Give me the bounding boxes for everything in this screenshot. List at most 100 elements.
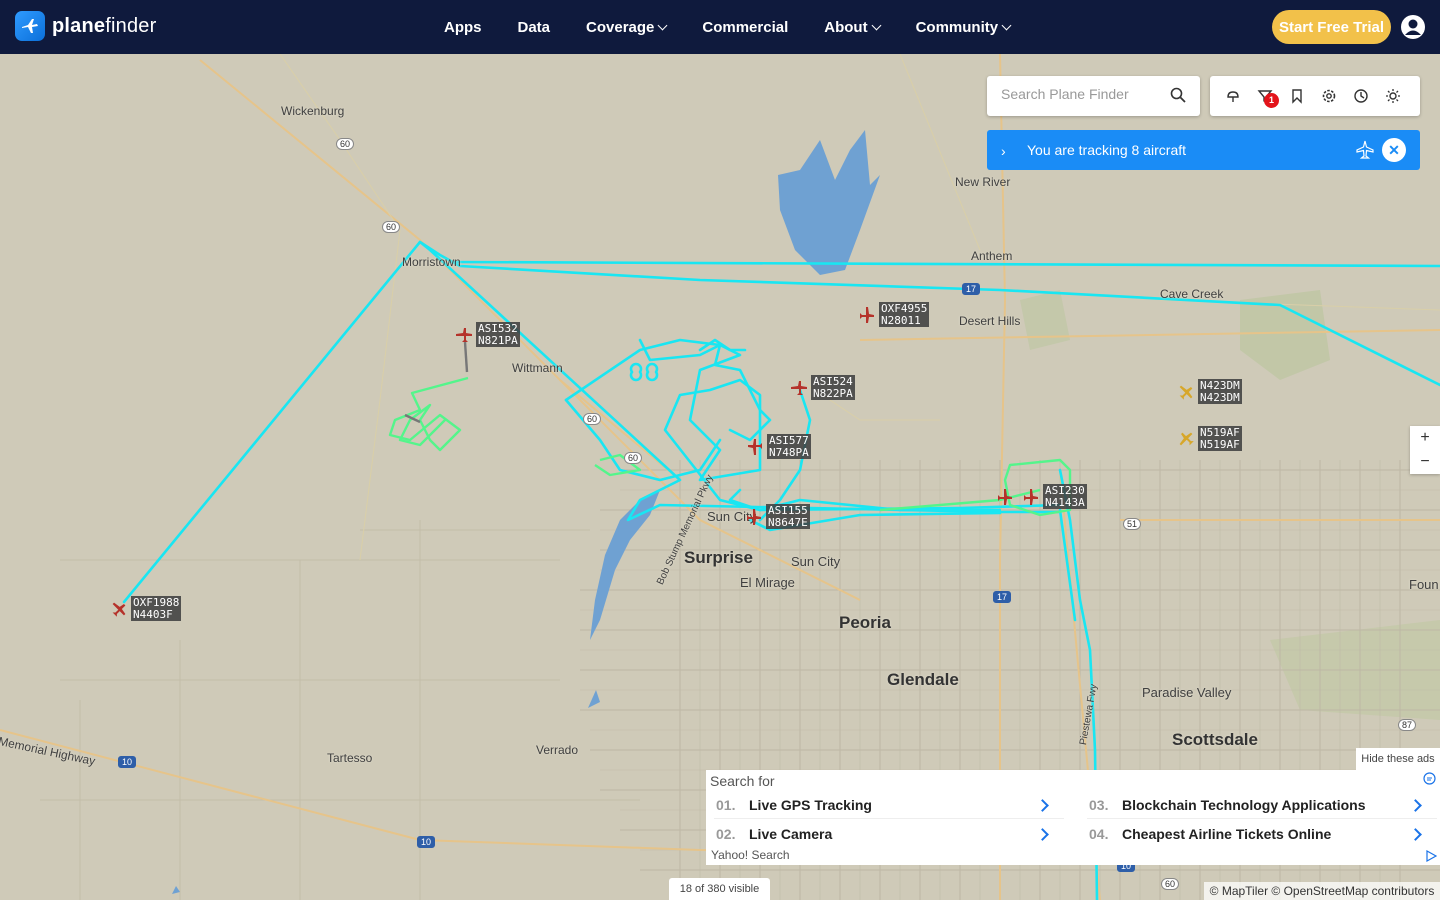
map-attribution[interactable]: © MapTiler © OpenStreetMap contributors bbox=[1204, 882, 1440, 900]
place-glendale: Glendale bbox=[887, 670, 959, 689]
airplane-icon bbox=[1179, 385, 1193, 400]
sun-icon[interactable] bbox=[1385, 88, 1401, 104]
aircraft-label: ASI524 N822PA bbox=[811, 375, 855, 400]
search-box bbox=[987, 76, 1200, 116]
aircraft-label: ASI577 N748PA bbox=[767, 434, 811, 459]
ad-label: Cheapest Airline Tickets Online bbox=[1122, 826, 1332, 842]
ad-item[interactable]: 03. Blockchain Technology Applications bbox=[1089, 792, 1429, 818]
ad-info-icon[interactable] bbox=[1425, 850, 1437, 862]
aircraft-marker[interactable]: OXF1988 N4403F bbox=[110, 596, 182, 621]
place-foun: Foun bbox=[1409, 577, 1439, 592]
interstate-shield: 17 bbox=[962, 283, 981, 295]
zoom-in-button[interactable]: + bbox=[1410, 426, 1440, 450]
route-shield: 51 bbox=[1123, 518, 1142, 530]
route-shield: 60 bbox=[336, 138, 355, 150]
interstate-shield: 10 bbox=[118, 756, 137, 768]
zoom-control: + − bbox=[1410, 426, 1440, 474]
filter-count-badge: 1 bbox=[1264, 93, 1279, 108]
zoom-out-button[interactable]: − bbox=[1410, 450, 1440, 474]
ad-choices-icon[interactable] bbox=[1423, 772, 1436, 785]
nav-data[interactable]: Data bbox=[500, 19, 569, 36]
place-cave-creek: Cave Creek bbox=[1160, 287, 1224, 301]
aircraft-label: OXF1988 N4403F bbox=[131, 596, 182, 621]
ad-divider bbox=[714, 818, 1064, 819]
place-new-river: New River bbox=[955, 175, 1011, 189]
aircraft-marker[interactable]: N519AF N519AF bbox=[1177, 426, 1242, 451]
expand-arrow-icon[interactable]: › bbox=[1001, 143, 1006, 159]
weather-icon[interactable] bbox=[1225, 88, 1241, 104]
plane-logo-icon bbox=[15, 11, 45, 41]
plane-shape bbox=[456, 327, 472, 342]
place-scottsdale: Scottsdale bbox=[1172, 730, 1258, 749]
ad-item[interactable]: 01. Live GPS Tracking bbox=[716, 792, 1056, 818]
ad-footer: Yahoo! Search bbox=[711, 848, 790, 862]
place-paradise-valley: Paradise Valley bbox=[1142, 685, 1232, 700]
start-free-trial-button[interactable]: Start Free Trial bbox=[1272, 10, 1391, 44]
aircraft-marker[interactable]: ASI577 N748PA bbox=[746, 434, 811, 459]
history-icon[interactable] bbox=[1353, 88, 1369, 104]
airplane-icon bbox=[1024, 488, 1038, 505]
ad-number: 03. bbox=[1089, 797, 1109, 813]
ad-label: Live GPS Tracking bbox=[749, 797, 872, 813]
chevron-down-icon bbox=[871, 20, 882, 30]
aircraft-marker[interactable]: OXF4955 N28011 bbox=[858, 302, 930, 327]
brand-name: planefinder bbox=[52, 14, 157, 37]
route-shield: 60 bbox=[624, 452, 643, 464]
aircraft-marker[interactable]: N423DM N423DM bbox=[1177, 379, 1242, 404]
route-shield: 60 bbox=[382, 221, 401, 233]
place-wittmann: Wittmann bbox=[512, 361, 563, 375]
route-shield: 60 bbox=[1161, 878, 1180, 890]
chevron-down-icon bbox=[1001, 20, 1012, 30]
search-input[interactable] bbox=[1001, 86, 1161, 102]
airplane-icon bbox=[748, 438, 762, 455]
airplane-icon bbox=[747, 508, 761, 525]
place-morristown: Morristown bbox=[402, 255, 461, 269]
route-shield: 60 bbox=[583, 413, 602, 425]
interstate-shield: 17 bbox=[993, 591, 1012, 603]
ad-item[interactable]: 02. Live Camera bbox=[716, 821, 1056, 847]
main-nav: Apps Data Coverage Commercial About Comm… bbox=[426, 0, 1028, 54]
bookmark-icon[interactable] bbox=[1289, 88, 1305, 104]
nav-coverage[interactable]: Coverage bbox=[568, 19, 684, 36]
ad-label: Live Camera bbox=[749, 826, 833, 842]
airplane-icon bbox=[112, 602, 126, 617]
place-sun-city: Sun City bbox=[791, 554, 841, 569]
aircraft-label: N519AF N519AF bbox=[1198, 426, 1242, 451]
interstate-shield: 10 bbox=[417, 836, 436, 848]
ad-item[interactable]: 04. Cheapest Airline Tickets Online bbox=[1089, 821, 1429, 847]
nav-commercial[interactable]: Commercial bbox=[684, 19, 806, 36]
airplane-outline-icon bbox=[1356, 140, 1374, 159]
tracking-banner[interactable]: › You are tracking 8 aircraft ✕ bbox=[987, 130, 1420, 170]
airplane-icon bbox=[1179, 432, 1194, 445]
aircraft-label: ASI532 N821PA bbox=[476, 322, 520, 347]
aircraft-marker[interactable]: ASI524 N822PA bbox=[790, 375, 855, 400]
aircraft-marker[interactable]: ASI230 N4143A bbox=[996, 484, 1087, 509]
ad-number: 01. bbox=[716, 797, 736, 813]
visible-aircraft-count: 18 of 380 visible bbox=[669, 878, 770, 900]
aircraft-label: ASI230 N4143A bbox=[1043, 484, 1087, 509]
chevron-down-icon bbox=[657, 20, 668, 30]
chevron-right-icon bbox=[1036, 828, 1049, 841]
aircraft-label: N423DM N423DM bbox=[1198, 379, 1242, 404]
aircraft-label: OXF4955 N28011 bbox=[879, 302, 930, 327]
aircraft-marker[interactable]: ASI532 N821PA bbox=[455, 322, 520, 347]
aircraft-marker[interactable]: ASI155 N8647E bbox=[745, 504, 810, 529]
close-tracking-button[interactable]: ✕ bbox=[1382, 138, 1406, 162]
settings-icon[interactable] bbox=[1321, 88, 1337, 104]
user-account-icon[interactable] bbox=[1400, 14, 1426, 40]
place-peoria: Peoria bbox=[839, 613, 891, 632]
ad-header: Search for bbox=[710, 773, 775, 789]
chevron-right-icon bbox=[1036, 799, 1049, 812]
aircraft-label: ASI155 N8647E bbox=[766, 504, 810, 529]
nav-community[interactable]: Community bbox=[898, 19, 1029, 36]
place-desert-hills: Desert Hills bbox=[959, 314, 1021, 328]
place-surprise: Surprise bbox=[684, 548, 753, 567]
place-wickenburg: Wickenburg bbox=[281, 104, 345, 118]
nav-about[interactable]: About bbox=[806, 19, 897, 36]
planefinder-logo[interactable]: planefinder bbox=[15, 11, 156, 41]
search-icon[interactable] bbox=[1170, 87, 1186, 103]
ad-panel: Search for 01. Live GPS Tracking 02. Liv… bbox=[706, 770, 1440, 865]
hide-ads-button[interactable]: Hide these ads bbox=[1356, 748, 1440, 770]
place-anthem: Anthem bbox=[971, 249, 1013, 263]
nav-apps[interactable]: Apps bbox=[426, 19, 500, 36]
